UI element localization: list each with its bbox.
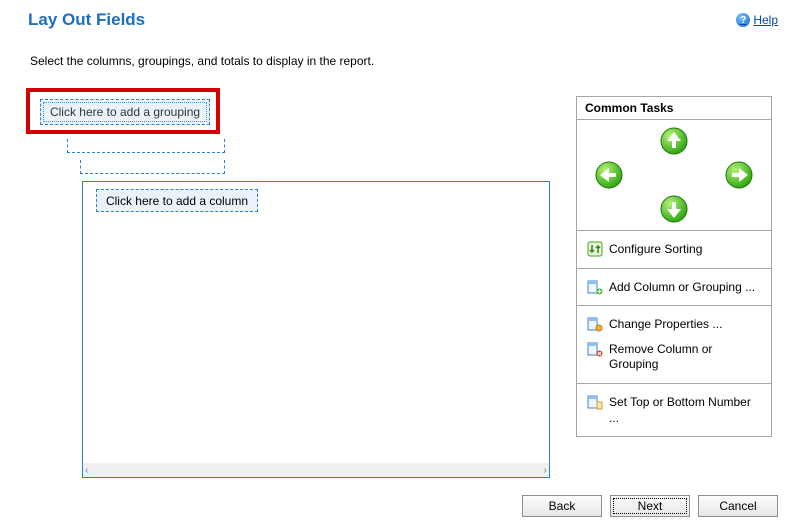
next-button[interactable]: Next: [610, 495, 690, 517]
move-left-button[interactable]: [594, 160, 624, 190]
scroll-left-arrow-icon[interactable]: ‹: [85, 465, 88, 476]
help-label: Help: [753, 13, 778, 27]
grouping-connector-1: [67, 139, 225, 153]
cancel-button[interactable]: Cancel: [698, 495, 778, 517]
common-tasks-header: Common Tasks: [577, 97, 771, 120]
wizard-buttons: Back Next Cancel: [522, 495, 778, 517]
horizontal-scrollbar[interactable]: ‹ ›: [83, 463, 549, 477]
arrow-down-icon: [659, 194, 689, 224]
add-column-icon: [587, 279, 603, 295]
arrow-pad: [577, 120, 771, 230]
task-add-column[interactable]: Add Column or Grouping ...: [577, 275, 771, 300]
task-label: Set Top or Bottom Number ...: [609, 394, 761, 426]
instruction-text: Select the columns, groupings, and total…: [0, 38, 798, 68]
page-title: Lay Out Fields: [28, 10, 145, 30]
remove-column-icon: [587, 341, 603, 357]
task-configure-sorting[interactable]: Configure Sorting: [577, 237, 771, 262]
sort-icon: [587, 241, 603, 257]
task-change-properties[interactable]: Change Properties ...: [577, 312, 771, 337]
arrow-left-icon: [594, 160, 624, 190]
arrow-up-icon: [659, 126, 689, 156]
add-column-dropzone[interactable]: Click here to add a column: [96, 189, 258, 212]
add-grouping-label: Click here to add a grouping: [50, 105, 200, 119]
help-icon: ?: [736, 13, 750, 27]
task-label: Add Column or Grouping ...: [609, 279, 761, 296]
move-right-button[interactable]: [724, 160, 754, 190]
add-grouping-dropzone[interactable]: Click here to add a grouping: [40, 99, 210, 125]
task-remove-column[interactable]: Remove Column or Grouping: [577, 337, 771, 377]
task-label: Configure Sorting: [609, 241, 761, 258]
scroll-right-arrow-icon[interactable]: ›: [544, 465, 547, 476]
top-bottom-icon: [587, 394, 603, 410]
common-tasks-panel: Common Tasks: [576, 96, 772, 437]
back-button[interactable]: Back: [522, 495, 602, 517]
add-column-label: Click here to add a column: [106, 194, 248, 208]
move-down-button[interactable]: [659, 194, 689, 224]
help-link[interactable]: ? Help: [736, 13, 778, 27]
column-canvas: Click here to add a column ‹ ›: [82, 181, 550, 478]
header-row: Lay Out Fields ? Help: [0, 0, 798, 38]
grouping-connector-2: [80, 160, 225, 174]
task-set-top-bottom[interactable]: Set Top or Bottom Number ...: [577, 390, 771, 430]
move-up-button[interactable]: [659, 126, 689, 156]
properties-icon: [587, 316, 603, 332]
task-label: Change Properties ...: [609, 316, 761, 333]
arrow-right-icon: [724, 160, 754, 190]
task-label: Remove Column or Grouping: [609, 341, 761, 373]
